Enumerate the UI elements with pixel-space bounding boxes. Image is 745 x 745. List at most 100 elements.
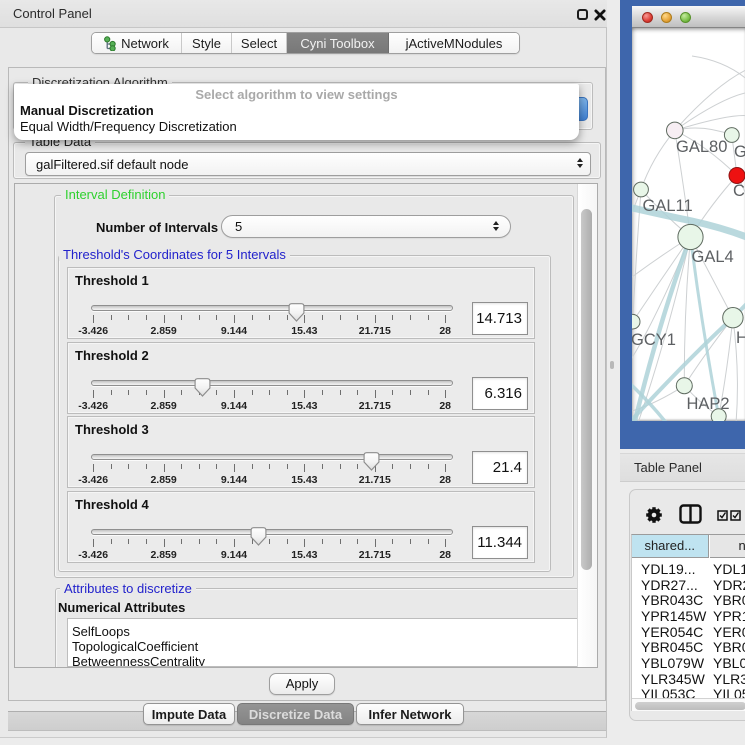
network-node-GAL80[interactable]: [667, 122, 684, 139]
zoom-light[interactable]: [680, 12, 691, 23]
network-tree-icon: [104, 36, 117, 51]
numerical-attributes-list[interactable]: SelfLoopsTopologicalCoefficientBetweenne…: [67, 618, 578, 667]
network-canvas[interactable]: GAL80GACGAL11GAL4GCY1HHAP2: [632, 28, 745, 421]
tick-mark: [428, 390, 429, 395]
threshold-slider-track[interactable]: [91, 380, 453, 386]
threshold-value-field[interactable]: 11.344: [472, 526, 528, 559]
threshold-row: Threshold 3-3.4262.8599.14415.4321.71528…: [67, 416, 535, 488]
attributes-groupbox-title: Attributes to discretize: [60, 582, 196, 595]
network-node-label: HAP2: [687, 395, 730, 413]
tick-mark: [340, 390, 341, 395]
screen: Control Panel NetworkStyleSelect Cyni Too…: [0, 0, 745, 745]
tab-label: Cyni Toolbox: [300, 36, 374, 51]
attribute-list-item[interactable]: TopologicalCoefficient: [68, 639, 577, 654]
tick-mark: [410, 390, 411, 395]
attribute-list-item[interactable]: BetweennessCentrality: [68, 654, 577, 667]
close-light[interactable]: [642, 12, 653, 23]
attribute-list-item[interactable]: SelfLoops: [68, 624, 577, 639]
tick-mark: [128, 539, 129, 544]
float-window-icon[interactable]: [577, 9, 588, 20]
threshold-value-field[interactable]: 14.713: [472, 302, 528, 335]
tick-label: 28: [439, 474, 451, 486]
network-node-GAL11[interactable]: [634, 182, 649, 197]
control-panel-titlebar[interactable]: Control Panel: [0, 0, 607, 28]
tab-cyni-toolbox[interactable]: Cyni Toolbox: [287, 33, 389, 53]
network-node-label: C: [733, 182, 745, 200]
splitter-handle[interactable]: [610, 361, 614, 369]
tab-jactivemnodules[interactable]: jActiveMNodules: [389, 33, 519, 53]
tab-network[interactable]: Network: [92, 33, 182, 53]
tick-label: 21.715: [359, 474, 391, 486]
threshold-value-field[interactable]: 6.316: [472, 377, 528, 410]
tick-mark: [146, 539, 147, 544]
algorithm-popup-item[interactable]: Manual Discretization: [14, 103, 579, 119]
tick-mark: [304, 390, 305, 398]
tick-label: 28: [439, 549, 451, 561]
slider-thumb[interactable]: [288, 303, 305, 322]
table-panel-box: shared...naYDL19...YDL19YDR27...YDR27YBR…: [629, 489, 745, 721]
tick-mark: [375, 315, 376, 323]
checkbox-icon[interactable]: [730, 510, 741, 521]
tab-style[interactable]: Style: [182, 33, 232, 53]
bottom-tab-discretize-data[interactable]: Discretize Data: [237, 703, 354, 725]
network-node-HAP2[interactable]: [676, 378, 692, 394]
threshold-label: Threshold 3: [75, 422, 149, 437]
bottom-tab-impute-data[interactable]: Impute Data: [143, 703, 235, 725]
tick-label: 9.144: [221, 474, 247, 486]
network-node-H-node[interactable]: [723, 308, 743, 328]
bottom-tab-infer-network[interactable]: Infer Network: [356, 703, 464, 725]
apply-button[interactable]: Apply: [269, 673, 335, 695]
network-window-titlebar[interactable]: [632, 6, 745, 28]
slider-thumb[interactable]: [194, 378, 211, 397]
horizontal-scrollbar-thumb[interactable]: [635, 702, 745, 710]
tick-mark: [111, 539, 112, 544]
horizontal-scrollbar[interactable]: [632, 698, 745, 711]
tick-mark: [146, 464, 147, 469]
threshold-slider-track[interactable]: [91, 305, 453, 311]
table-cell: YER054C: [641, 624, 703, 640]
tick-mark: [357, 390, 358, 395]
slider-thumb[interactable]: [250, 527, 267, 546]
tick-mark: [252, 390, 253, 395]
bottom-tab-bar: Impute DataDiscretize DataInfer Network: [0, 703, 607, 725]
tab-select[interactable]: Select: [232, 33, 287, 53]
node-table: shared...naYDL19...YDL19YDR27...YDR27YBR…: [631, 534, 745, 711]
table-data-combobox[interactable]: galFiltered.sif default node: [25, 152, 591, 176]
network-node-label: GA: [734, 143, 745, 161]
algorithm-popup-item[interactable]: Equal Width/Frequency Discretization: [14, 119, 579, 135]
tick-label: -3.426: [78, 400, 108, 412]
tick-mark: [322, 390, 323, 395]
tick-label: 21.715: [359, 325, 391, 337]
table-cell: YDR27: [713, 577, 745, 593]
tick-mark: [410, 315, 411, 320]
tick-mark: [164, 539, 165, 547]
threshold-slider-track[interactable]: [91, 529, 453, 535]
slider-thumb[interactable]: [363, 452, 380, 471]
tick-mark: [164, 390, 165, 398]
tab-label: jActiveMNodules: [406, 36, 503, 51]
tick-mark: [392, 315, 393, 320]
table-header-name[interactable]: na: [710, 535, 745, 558]
tick-mark: [93, 315, 94, 323]
table-header-shared[interactable]: shared...: [632, 535, 709, 558]
threshold-slider-track[interactable]: [91, 454, 453, 460]
minimize-light[interactable]: [661, 12, 672, 23]
network-node-GAL4[interactable]: [678, 224, 703, 249]
split-columns-icon[interactable]: [679, 504, 702, 524]
tick-label: 21.715: [359, 400, 391, 412]
number-of-intervals-combobox[interactable]: 5: [221, 215, 511, 238]
network-node-GCY1[interactable]: [632, 314, 640, 329]
tick-label: -3.426: [78, 474, 108, 486]
close-icon[interactable]: [594, 9, 606, 21]
checkbox-icon[interactable]: [717, 510, 728, 521]
tick-label: 28: [439, 325, 451, 337]
tick-mark: [164, 464, 165, 472]
threshold-value-field[interactable]: 21.4: [472, 451, 528, 484]
vertical-scrollbar-thumb[interactable]: [581, 209, 592, 570]
tick-mark: [181, 464, 182, 469]
tick-label: 2.859: [150, 400, 176, 412]
tick-mark: [146, 390, 147, 395]
gear-icon[interactable]: [645, 506, 663, 524]
network-node-label: GAL11: [643, 197, 693, 215]
tick-mark: [164, 315, 165, 323]
